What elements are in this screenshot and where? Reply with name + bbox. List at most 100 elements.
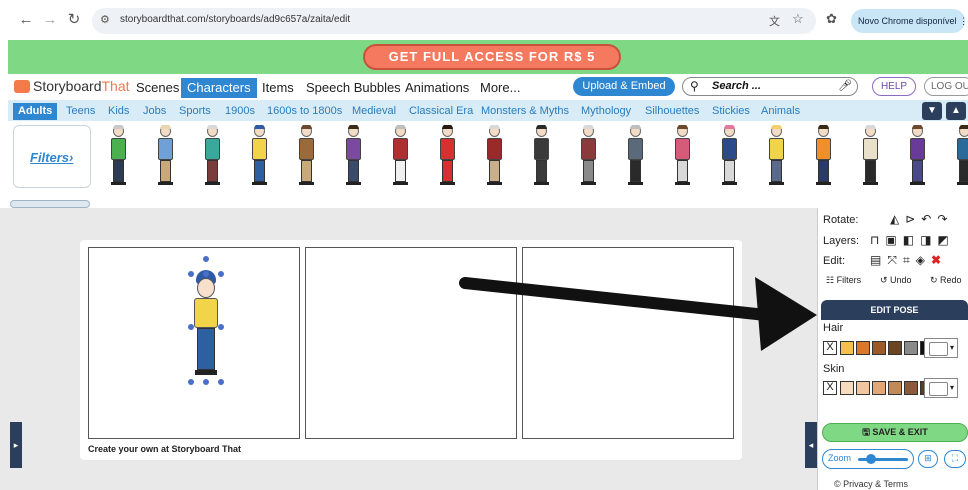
redo-button[interactable]: ↻ Redo [930,275,962,286]
undo-button[interactable]: ↺ Undo [880,275,912,286]
character-thumbnail[interactable] [578,125,598,185]
collapse-down-icon[interactable]: ▼ [922,102,942,120]
character-thumbnail[interactable] [155,125,175,185]
category-sports[interactable]: Sports [179,103,211,120]
resize-handle[interactable] [218,324,224,330]
chrome-update-button[interactable]: Novo Chrome disponível ⋮ [851,9,965,33]
extensions-icon[interactable]: ✿ [826,11,837,27]
right-drawer-tab[interactable]: ◂ [805,422,817,468]
eraser-icon[interactable]: ◈ [916,253,931,267]
layer-controls[interactable]: ⊓▣◧◨◩ [870,233,955,247]
resize-handle[interactable] [203,379,209,385]
character-thumbnail[interactable] [625,125,645,185]
character-thumbnail[interactable] [813,125,833,185]
resize-handle[interactable] [188,324,194,330]
category-medieval[interactable]: Medieval [352,103,396,120]
flip-vertical-icon[interactable]: ◭ [890,212,905,226]
tab-items[interactable]: Items [256,78,300,98]
bring-front-icon[interactable]: ▣ [885,233,902,247]
skin-color-swatch[interactable] [840,381,854,395]
left-drawer-tab[interactable]: ▸ [10,422,22,468]
tab-scenes[interactable]: Scenes [130,78,185,98]
back-icon[interactable]: ← [18,12,34,28]
character-thumbnail[interactable] [202,125,222,185]
category-1600s-1800s[interactable]: 1600s to 1800s [267,103,342,120]
character-thumbnail[interactable] [296,125,316,185]
selected-character[interactable] [188,256,224,386]
character-thumbnail[interactable] [108,125,128,185]
skin-color-swatch[interactable] [872,381,886,395]
tab-animations[interactable]: Animations [399,78,475,98]
resize-handle[interactable] [218,271,224,277]
hair-color-swatch[interactable] [888,341,902,355]
hair-clear-button[interactable]: X [823,341,837,355]
category-kids[interactable]: Kids [108,103,129,120]
category-animals[interactable]: Animals [761,103,800,120]
rotate-handle[interactable] [203,256,209,262]
hair-color-picker[interactable]: ▾ [924,338,958,358]
fullscreen-icon[interactable]: ⛶ [944,450,966,468]
copy-icon[interactable]: ▤ [870,253,887,267]
resize-handle[interactable] [188,379,194,385]
character-thumbnail[interactable] [954,125,968,185]
character-thumbnail[interactable] [484,125,504,185]
category-teens[interactable]: Teens [66,103,95,120]
character-thumbnail[interactable] [719,125,739,185]
zoom-slider-knob[interactable] [866,454,876,464]
bookmark-star-icon[interactable]: ☆ [792,11,804,27]
rotate-left-icon[interactable]: ↶ [921,212,937,226]
search-input[interactable] [682,77,858,96]
category-jobs[interactable]: Jobs [143,103,166,120]
rotate-right-icon[interactable]: ↷ [937,212,953,226]
hair-color-swatch[interactable] [872,341,886,355]
delete-icon[interactable]: ✖ [931,253,947,267]
translate-icon[interactable]: 文 [769,13,780,29]
save-exit-button[interactable]: 🖫︎ SAVE & EXIT [822,423,968,442]
character-thumbnail[interactable] [766,125,786,185]
character-thumbnail[interactable] [390,125,410,185]
hair-color-swatch[interactable] [840,341,854,355]
skin-color-picker[interactable]: ▾ [924,378,958,398]
character-thumbnail[interactable] [249,125,269,185]
skin-color-swatch[interactable] [888,381,902,395]
send-back-icon[interactable]: ◩ [937,233,954,247]
logout-button[interactable]: LOG OUT [924,77,968,96]
tab-speech-bubbles[interactable]: Speech Bubbles [300,78,407,98]
help-button[interactable]: HELP [872,77,916,96]
lock-icon[interactable]: ⊓ [870,233,885,247]
bring-forward-icon[interactable]: ◧ [903,233,920,247]
site-info-icon[interactable]: ⚙ [100,13,110,26]
skin-color-swatch[interactable] [904,381,918,395]
skin-color-swatch[interactable] [856,381,870,395]
url-text[interactable]: storyboardthat.com/storyboards/ad9c657a/… [120,14,350,25]
crop-icon[interactable]: ⌗ [903,253,916,267]
category-silhouettes[interactable]: Silhouettes [645,103,699,120]
tab-characters[interactable]: Characters [181,78,257,98]
category-adults[interactable]: Adults [13,103,58,120]
resize-handle[interactable] [218,379,224,385]
get-full-access-button[interactable]: GET FULL ACCESS FOR R$ 5 [363,44,621,70]
hair-color-swatch[interactable] [904,341,918,355]
expand-up-icon[interactable]: ▲ [946,102,966,120]
edit-pose-button[interactable]: EDIT POSE [821,300,968,320]
character-thumbnail[interactable] [343,125,363,185]
category-stickies[interactable]: Stickies [712,103,750,120]
resize-handle[interactable] [188,271,194,277]
skin-clear-button[interactable]: X [823,381,837,395]
category-mythology[interactable]: Mythology [581,103,631,120]
privacy-terms-link[interactable]: © Privacy & Terms [834,479,908,489]
strip-scrollbar[interactable] [10,200,90,208]
reload-icon[interactable]: ↻ [66,12,82,28]
edit-controls[interactable]: ▤⤧⌗◈✖ [870,253,947,268]
filters-action[interactable]: ☷ Filters [826,275,861,286]
resize-handle[interactable] [203,271,209,277]
character-thumbnail[interactable] [531,125,551,185]
resize-icon[interactable]: ⤧ [887,253,903,267]
tab-more[interactable]: More... [474,78,526,98]
storyboardthat-logo[interactable]: StoryboardThat [14,78,130,94]
upload-embed-button[interactable]: Upload & Embed [573,77,675,96]
character-thumbnail[interactable] [437,125,457,185]
flip-horizontal-icon[interactable]: ⊳ [905,212,921,226]
forward-icon[interactable]: → [42,12,58,28]
microphone-icon[interactable]: 🎤︎ [838,79,852,92]
